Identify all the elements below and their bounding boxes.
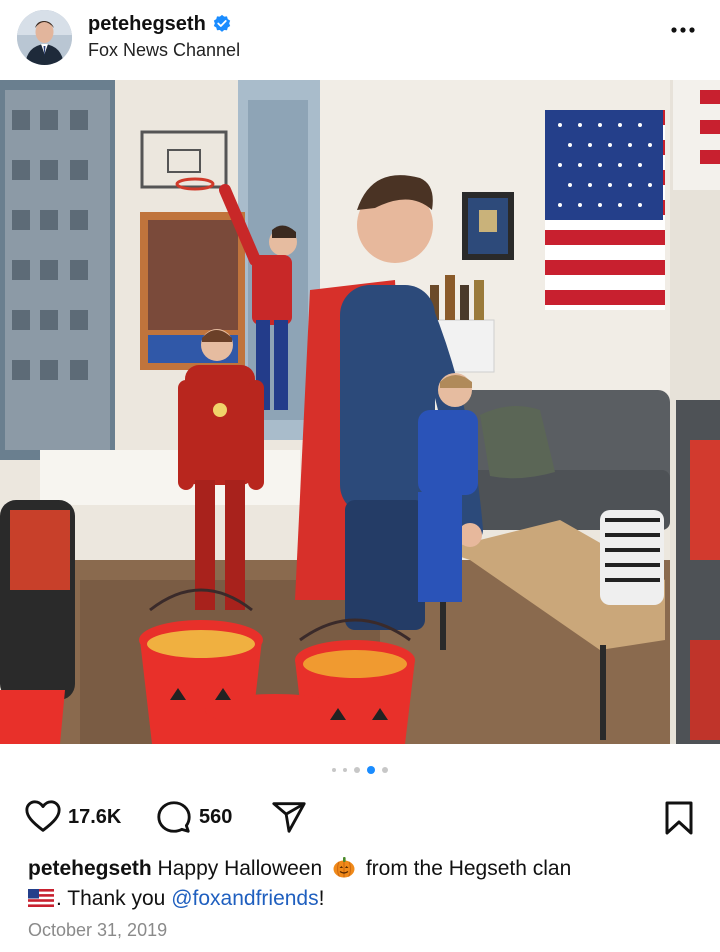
- caption: petehegseth Happy Halloween from the Heg…: [28, 854, 698, 914]
- post-header: petehegseth Fox News Channel: [0, 0, 720, 80]
- more-options-icon[interactable]: [668, 18, 698, 42]
- comment-bubble-icon: [157, 801, 191, 833]
- pumpkin-emoji-icon: [333, 857, 355, 878]
- post-photo[interactable]: [0, 80, 720, 744]
- bookmark-icon[interactable]: [662, 800, 696, 836]
- like-count: 17.6K: [68, 805, 122, 828]
- like-button[interactable]: 17.6K: [24, 798, 121, 836]
- caption-text: . Thank you: [56, 887, 166, 910]
- comment-count: 560: [199, 805, 233, 828]
- heart-icon: [25, 800, 61, 832]
- share-button[interactable]: [270, 798, 308, 836]
- action-bar: 17.6K 560: [0, 792, 720, 840]
- paper-plane-icon: [272, 802, 306, 833]
- caption-text: Happy Halloween: [157, 857, 323, 880]
- verified-badge-icon: [213, 14, 230, 32]
- caption-text: from the Hegseth clan: [365, 857, 572, 880]
- comment-button[interactable]: 560: [155, 798, 232, 836]
- avatar[interactable]: [17, 10, 72, 65]
- mention-link[interactable]: @foxandfriends: [171, 887, 318, 910]
- carousel-dot: [332, 768, 336, 772]
- post-date: October 31, 2019: [28, 920, 168, 940]
- carousel-indicator: [0, 760, 720, 780]
- carousel-dot: [382, 767, 388, 773]
- carousel-dot: [343, 768, 347, 772]
- location-subtitle[interactable]: Fox News Channel: [88, 40, 240, 61]
- carousel-dot-active: [367, 766, 375, 774]
- username-row: petehegseth: [88, 11, 232, 37]
- carousel-dot: [354, 767, 360, 773]
- halloween-office-photo: [0, 80, 720, 744]
- caption-username[interactable]: petehegseth: [28, 857, 152, 880]
- caption-text: !: [318, 887, 325, 910]
- username[interactable]: petehegseth: [88, 13, 206, 36]
- us-flag-emoji-icon: [28, 889, 54, 907]
